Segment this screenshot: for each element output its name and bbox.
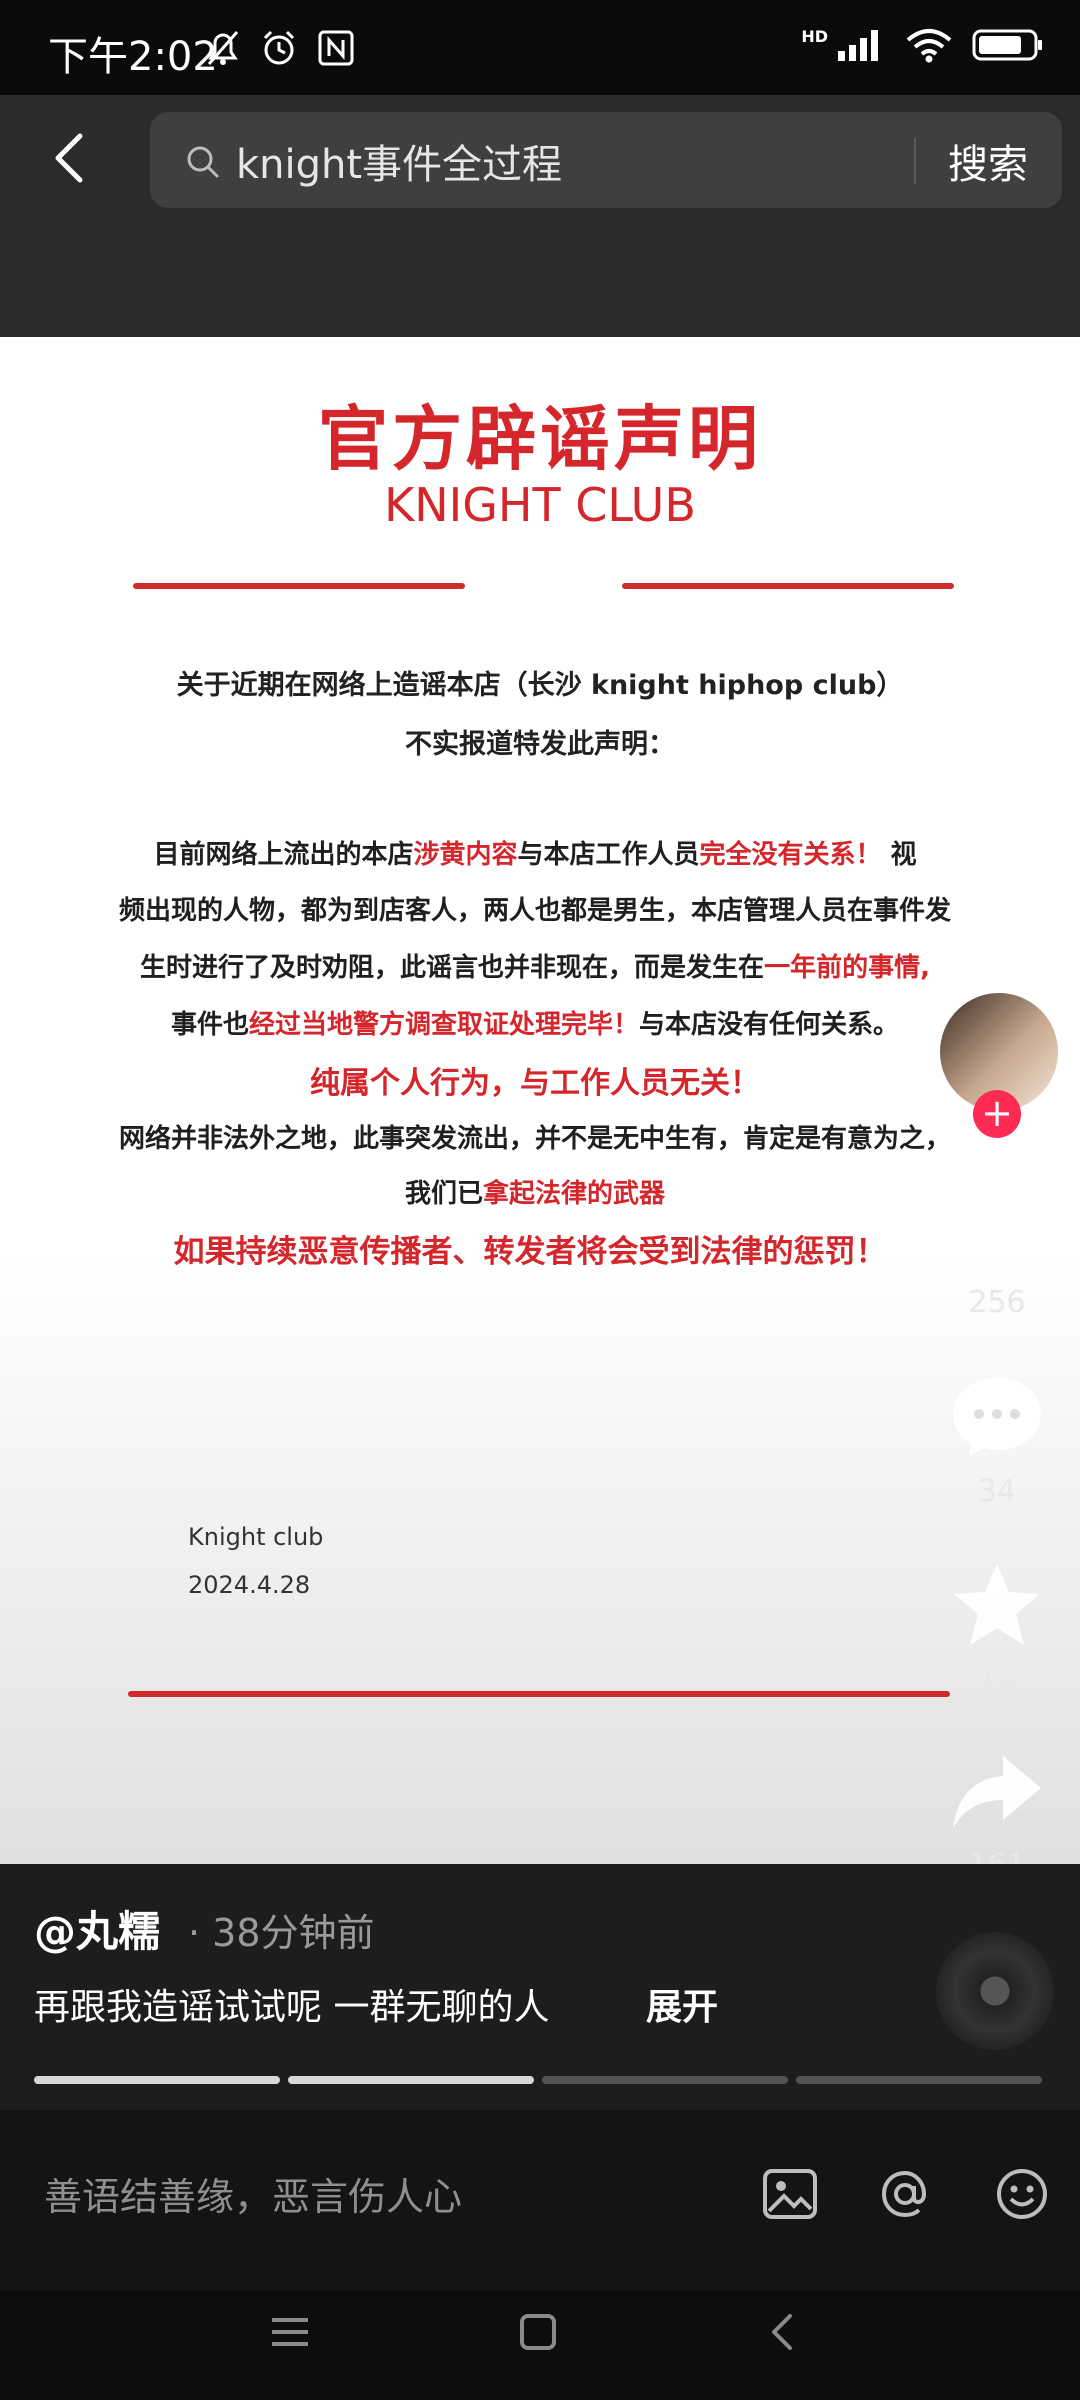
post-time: · 38分钟前 xyxy=(188,1911,375,1955)
expand-button[interactable]: 展开 xyxy=(646,1978,718,2030)
image-icon[interactable] xyxy=(760,2164,820,2224)
mention-icon[interactable] xyxy=(875,2164,935,2224)
emoji-icon[interactable] xyxy=(992,2164,1052,2224)
notice-paragraph-line: 频出现的人物，都为到店客人，两人也都是男生，本店管理人员在事件发 xyxy=(118,896,951,926)
divider-right xyxy=(622,583,954,589)
notice-paragraph-line: 我们已拿起法律的武器 xyxy=(404,1179,666,1209)
comment-count: 34 xyxy=(977,1474,1017,1509)
notice-subtitle: KNIGHT CLUB xyxy=(384,478,696,532)
progress-segment xyxy=(34,2076,280,2084)
star-icon[interactable] xyxy=(947,1560,1047,1650)
bell-muted-icon xyxy=(207,31,239,65)
heart-icon[interactable] xyxy=(947,1182,1047,1272)
nav-back-icon[interactable] xyxy=(762,2310,806,2354)
music-disc-icon[interactable] xyxy=(936,1932,1054,2050)
author-name[interactable]: @丸糯 xyxy=(34,1898,160,1959)
share-icon[interactable] xyxy=(947,1748,1047,1838)
progress-segment xyxy=(542,2076,788,2084)
home-icon[interactable] xyxy=(516,2310,560,2354)
comment-icon[interactable] xyxy=(947,1370,1047,1460)
notice-paragraph-line: 生时进行了及时劝阻，此谣言也并非现在，而是发生在一年前的事情, xyxy=(140,953,930,983)
notice-intro-line1: 关于近期在网络上造谣本店（长沙 knight hiphop club） xyxy=(176,670,904,701)
search-divider xyxy=(914,138,916,184)
caption-text: 再跟我造谣试试呢 一群无聊的人 xyxy=(34,1987,550,2028)
bottom-divider xyxy=(128,1691,950,1697)
notice-paragraph-line: 事件也经过当地警方调查取证处理完毕！与本店没有任何关系。 xyxy=(170,1010,900,1040)
notice-paragraph-line: 目前网络上流出的本店涉黄内容与本店工作人员完全没有关系！ 视 xyxy=(153,840,917,870)
favorite-count: 12 xyxy=(977,1664,1017,1699)
notice-intro-line2: 不实报道特发此声明： xyxy=(405,729,675,760)
signature-name: Knight club xyxy=(188,1523,324,1551)
search-button[interactable]: 搜索 xyxy=(948,132,1028,190)
back-icon[interactable] xyxy=(44,130,100,186)
battery-icon xyxy=(972,29,1042,61)
notice-paragraph-line: 网络并非法外之地，此事突发流出，并不是无中生有，肯定是有意为之， xyxy=(118,1124,951,1154)
alarm-icon xyxy=(263,30,295,65)
signal-icon xyxy=(838,30,878,61)
divider-left xyxy=(133,583,465,589)
network-type: HD xyxy=(801,26,828,46)
progress-segment xyxy=(288,2076,534,2084)
like-count: 256 xyxy=(968,1285,1026,1320)
search-icon xyxy=(187,146,219,178)
progress-segment xyxy=(796,2076,1042,2084)
notice-warning: 如果持续恶意传播者、转发者将会受到法律的惩罚！ xyxy=(173,1234,887,1270)
signature-date: 2024.4.28 xyxy=(188,1571,311,1599)
nfc-icon xyxy=(318,30,354,66)
follow-plus-icon[interactable]: + xyxy=(973,1090,1021,1138)
search-query[interactable]: knight事件全过程 xyxy=(236,132,562,190)
wifi-icon xyxy=(906,29,952,63)
status-time: 下午2:02 xyxy=(48,34,218,80)
notice-title: 官方辟谣声明 xyxy=(318,398,762,480)
notice-highlight: 纯属个人行为，与工作人员无关！ xyxy=(310,1066,760,1101)
comment-input[interactable]: 善语结善缘，恶言伤人心 xyxy=(44,2166,462,2221)
menu-icon[interactable] xyxy=(268,2310,312,2354)
